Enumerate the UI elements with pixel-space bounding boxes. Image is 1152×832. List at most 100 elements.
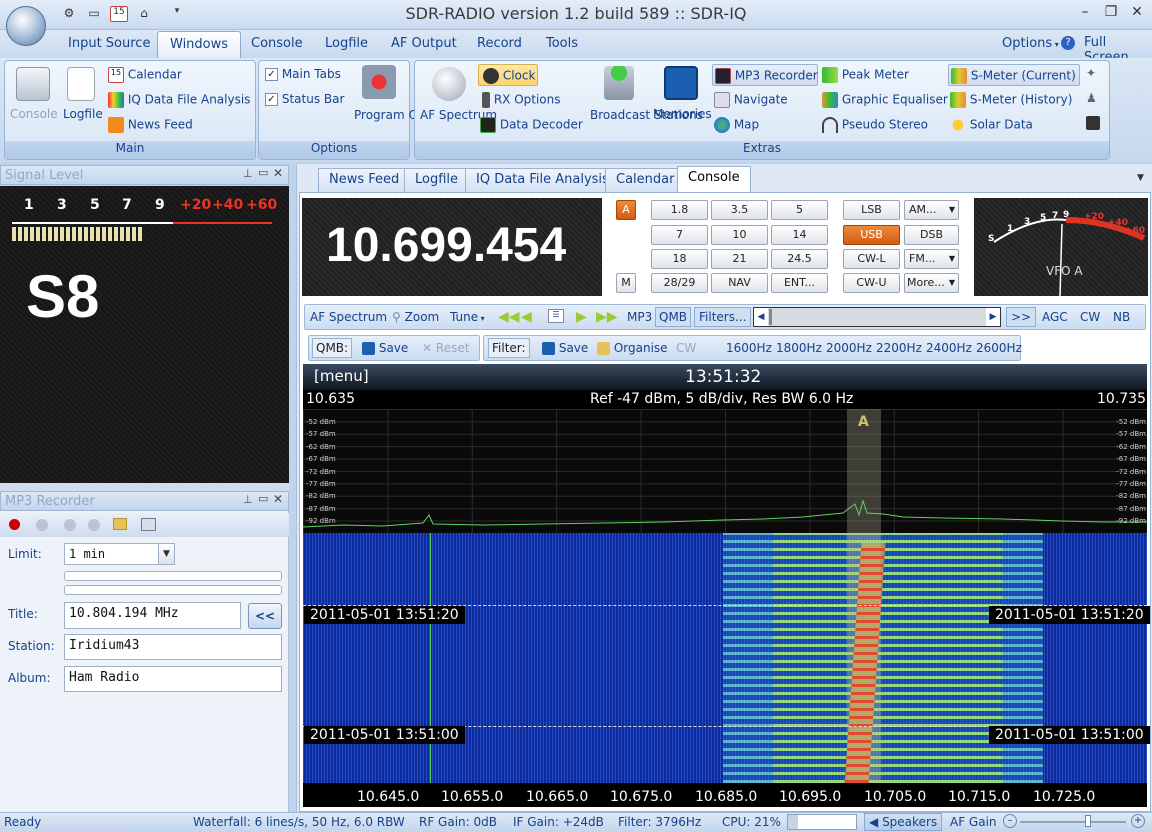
menu-options[interactable]: Options ▾: [1002, 36, 1059, 51]
pin-icon[interactable]: ⊥: [243, 493, 253, 506]
close-button[interactable]: ✕: [1124, 4, 1150, 24]
memories-ribbon-button[interactable]: Memories: [653, 107, 712, 121]
mode-cwu-button[interactable]: CW-U: [843, 273, 900, 293]
clock-ribbon-button[interactable]: Clock: [478, 64, 538, 86]
mode-am-dropdown[interactable]: AM... ▼: [904, 200, 959, 220]
band-button[interactable]: 18: [651, 249, 708, 269]
mp3-recorder-ribbon-button[interactable]: MP3 Recorder: [712, 64, 818, 86]
qmb-save-button[interactable]: Save: [362, 341, 408, 355]
close-panel-icon[interactable]: ✕: [273, 166, 283, 180]
band-button[interactable]: 21: [711, 249, 768, 269]
mp3-toggle-button[interactable]: MP3: [627, 310, 652, 324]
filter-width-button[interactable]: 1800Hz: [776, 341, 822, 355]
tab-news-feed[interactable]: News Feed: [318, 168, 411, 192]
chevron-down-icon[interactable]: ▼: [158, 544, 174, 564]
graphic-equaliser-ribbon-button[interactable]: Graphic Equaliser: [822, 92, 948, 108]
mode-fm-dropdown[interactable]: FM... ▼: [904, 249, 959, 269]
menu-windows[interactable]: Windows: [157, 31, 242, 58]
tab-logfile[interactable]: Logfile: [404, 168, 470, 192]
help-icon[interactable]: ?: [1061, 36, 1075, 50]
filter-save-button[interactable]: Save: [542, 341, 588, 355]
pseudo-stereo-ribbon-button[interactable]: Pseudo Stereo: [822, 117, 928, 133]
mode-cwl-button[interactable]: CW-L: [843, 249, 900, 269]
minimize-button[interactable]: –: [1072, 4, 1098, 24]
maximize-panel-icon[interactable]: ▭: [258, 492, 268, 505]
qmb-reset-button[interactable]: ✕ Reset: [422, 341, 469, 355]
scroll-left-icon[interactable]: ◀: [754, 308, 768, 326]
tune-dropdown[interactable]: Tune ▾: [450, 310, 485, 324]
rx-options-ribbon-button[interactable]: RX Options: [482, 92, 561, 108]
filter-width-button[interactable]: 2000Hz: [826, 341, 872, 355]
forward-icon[interactable]: ▶: [576, 309, 587, 325]
s-meter-current-ribbon-button[interactable]: S-Meter (Current): [948, 64, 1080, 86]
af-gain-slider-thumb[interactable]: [1085, 815, 1091, 827]
filters-button[interactable]: Filters...: [694, 307, 752, 327]
splitter[interactable]: [0, 483, 289, 491]
af-spectrum-ribbon-button[interactable]: AF Spectrum: [420, 107, 497, 123]
af-gain-slider[interactable]: [1020, 821, 1126, 823]
rewind-icon[interactable]: [64, 519, 76, 531]
status-bar-checkbox[interactable]: ✓ Status Bar: [265, 92, 344, 106]
nb-button[interactable]: NB: [1113, 310, 1130, 324]
more-button[interactable]: >>: [1006, 307, 1037, 327]
pin-icon[interactable]: ⊥: [243, 167, 253, 180]
mode-lsb-button[interactable]: LSB: [843, 200, 900, 220]
band-button[interactable]: 1.8: [651, 200, 708, 220]
fast-back-icon[interactable]: ◀◀: [498, 309, 520, 325]
solar-data-ribbon-button[interactable]: Solar Data: [950, 117, 1033, 133]
iq-analysis-ribbon-button[interactable]: IQ Data File Analysis: [108, 92, 250, 108]
application-orb-button[interactable]: [6, 6, 46, 46]
terminal-icon[interactable]: [1086, 116, 1100, 130]
scroll-right-icon[interactable]: ▶: [986, 308, 1000, 326]
menu-logfile[interactable]: Logfile: [325, 36, 368, 51]
console-ribbon-button[interactable]: Console: [10, 107, 58, 121]
record-icon[interactable]: [9, 519, 20, 530]
navigate-ribbon-button[interactable]: Navigate: [714, 92, 788, 108]
plus-icon[interactable]: +: [1131, 814, 1145, 828]
mode-more-dropdown[interactable]: More... ▼: [904, 273, 959, 293]
filter-width-button[interactable]: 1600Hz: [726, 341, 772, 355]
band-button[interactable]: 7: [651, 225, 708, 245]
close-panel-icon[interactable]: ✕: [273, 492, 283, 506]
maximize-panel-icon[interactable]: ▭: [258, 166, 268, 179]
scroll-thumb[interactable]: [769, 309, 772, 325]
broadcast-stations-ribbon-button[interactable]: Broadcast Stations: [590, 107, 703, 123]
list-icon[interactable]: ☰: [548, 309, 564, 323]
band-button[interactable]: 3.5: [711, 200, 768, 220]
menu-tools[interactable]: Tools: [546, 36, 578, 51]
nav-button[interactable]: NAV: [711, 273, 768, 293]
filter-width-button[interactable]: 2200Hz: [876, 341, 922, 355]
folder-icon[interactable]: [113, 518, 127, 530]
af-spectrum-button[interactable]: AF Spectrum: [310, 310, 387, 324]
mode-usb-button[interactable]: USB: [843, 225, 900, 245]
station-field[interactable]: Iridium43: [64, 634, 282, 660]
speakers-button[interactable]: ◀ Speakers: [864, 813, 943, 831]
album-field[interactable]: Ham Radio: [64, 666, 282, 692]
news-feed-ribbon-button[interactable]: News Feed: [108, 117, 193, 133]
band-button[interactable]: 5: [771, 200, 828, 220]
tab-iq-analysis[interactable]: IQ Data File Analysis: [465, 168, 620, 192]
spectrum-menu-button[interactable]: [menu]: [314, 367, 369, 385]
fast-forward-icon[interactable]: ▶▶: [596, 309, 618, 325]
band-button[interactable]: 10: [711, 225, 768, 245]
organise-button[interactable]: Organise: [597, 341, 668, 355]
title-field[interactable]: 10.804.194 MHz: [64, 602, 241, 629]
tuning-scrollbar[interactable]: ◀ ▶: [753, 307, 1001, 327]
extra-tool-icon[interactable]: ✦: [1086, 66, 1102, 82]
peak-meter-ribbon-button[interactable]: Peak Meter: [822, 67, 909, 83]
calendar-ribbon-button[interactable]: 15 Calendar: [108, 67, 182, 83]
s-meter-history-ribbon-button[interactable]: S-Meter (History): [950, 92, 1072, 108]
cw-button[interactable]: CW: [1080, 310, 1100, 324]
menu-record[interactable]: Record: [477, 36, 522, 51]
menu-console[interactable]: Console: [251, 36, 303, 51]
tab-list-chevron-icon[interactable]: ▼: [1137, 173, 1144, 183]
map-ribbon-button[interactable]: Map: [714, 117, 759, 133]
options-icon[interactable]: [141, 518, 156, 531]
vfo-a-button[interactable]: A: [616, 200, 636, 220]
mode-dsb-button[interactable]: DSB: [904, 225, 959, 245]
memory-button[interactable]: M: [616, 273, 636, 293]
program-options-ribbon-button[interactable]: Program Options: [354, 107, 455, 123]
band-button[interactable]: 14: [771, 225, 828, 245]
menu-af-output[interactable]: AF Output: [391, 36, 457, 51]
band-button[interactable]: 28/29: [651, 273, 708, 293]
